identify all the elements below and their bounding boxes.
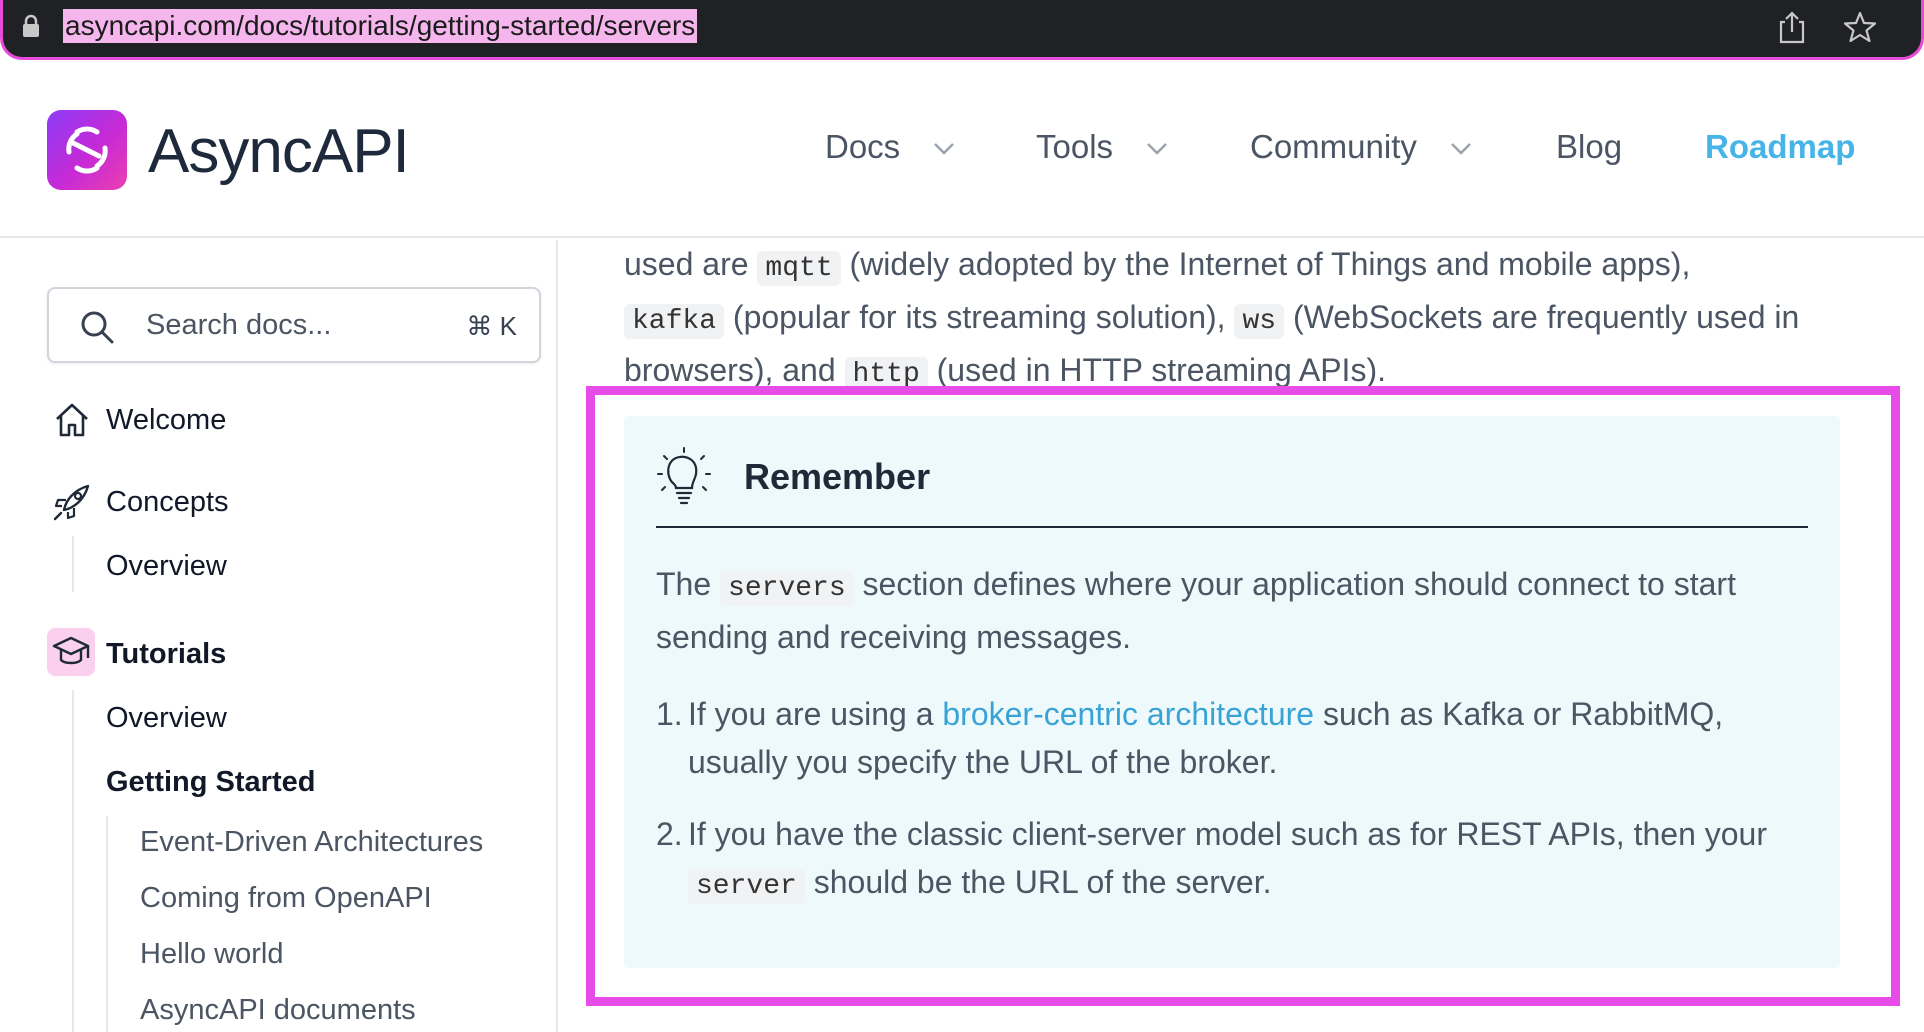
rocket-icon [53, 484, 90, 521]
nav-community[interactable]: Community [1250, 128, 1472, 166]
nav-docs[interactable]: Docs [825, 128, 955, 166]
inline-code-kafka: kafka [624, 304, 725, 339]
nav-tree-line [72, 536, 74, 592]
graduation-cap-icon [52, 636, 90, 665]
sidebar-item-hello-world[interactable]: Hello world [140, 938, 283, 971]
sidebar-item-coming-from-openapi[interactable]: Coming from OpenAPI [140, 882, 432, 915]
inline-code-server: server [688, 869, 805, 904]
lock-icon [23, 14, 39, 37]
url-text[interactable]: asyncapi.com/docs/tutorials/getting-star… [63, 9, 698, 43]
search-placeholder: Search docs... [146, 309, 332, 341]
nav-tree-line [72, 690, 74, 1032]
broker-centric-architecture-link[interactable]: broker-centric architecture [942, 696, 1314, 732]
nav-roadmap[interactable]: Roadmap [1705, 128, 1855, 166]
sidebar-item-tutorials[interactable]: Tutorials [106, 638, 226, 671]
sidebar-item-welcome[interactable]: Welcome [106, 404, 226, 437]
nav-tools[interactable]: Tools [1036, 128, 1168, 166]
callout-list: 1. If you are using a broker-centric arc… [656, 690, 1806, 935]
nav-docs-label: Docs [825, 128, 901, 165]
inline-code-servers: servers [720, 571, 854, 606]
chevron-down-icon [934, 143, 955, 156]
list-item: 1. If you are using a broker-centric arc… [656, 696, 1724, 780]
nav-tools-label: Tools [1036, 128, 1114, 165]
protocols-paragraph: used are mqtt (widely adopted by the Int… [624, 246, 1800, 392]
logo-text[interactable]: AsyncAPI [148, 116, 410, 187]
sidebar-item-concepts-overview[interactable]: Overview [106, 550, 227, 583]
inline-code-ws: ws [1234, 304, 1285, 339]
callout-body: The servers section defines where your a… [656, 566, 1736, 655]
sidebar-item-concepts[interactable]: Concepts [106, 486, 229, 519]
callout-title: Remember [744, 456, 931, 497]
chevron-down-icon [1451, 143, 1471, 156]
chevron-down-icon [1147, 143, 1168, 156]
search-icon [81, 311, 114, 344]
docs-sidebar: Search docs... ⌘ K Welcome Concepts Over… [0, 240, 558, 1032]
nav-blog[interactable]: Blog [1556, 128, 1622, 166]
sidebar-item-asyncapi-documents[interactable]: AsyncAPI documents [140, 994, 416, 1027]
inline-code-mqtt: mqtt [757, 251, 841, 286]
nav-tree-line [106, 816, 108, 1032]
list-item: 2. If you have the classic client-server… [656, 816, 1767, 904]
remember-callout: Remember The servers section defines whe… [624, 416, 1840, 968]
sidebar-item-event-driven-architectures[interactable]: Event-Driven Architectures [140, 826, 483, 859]
sidebar-item-tutorials-overview[interactable]: Overview [106, 702, 227, 735]
lightbulb-icon [657, 447, 711, 505]
browser-address-bar[interactable]: asyncapi.com/docs/tutorials/getting-star… [0, 0, 1924, 60]
bookmark-star-icon[interactable] [1843, 10, 1877, 44]
search-docs-input[interactable]: Search docs... ⌘ K [47, 287, 541, 363]
search-shortcut: ⌘ K [466, 311, 517, 341]
sidebar-item-getting-started[interactable]: Getting Started [106, 766, 315, 799]
callout-divider [656, 526, 1808, 528]
home-icon [56, 403, 88, 437]
site-header: AsyncAPI Docs Tools Community Blog Roadm… [0, 60, 1924, 238]
share-icon[interactable] [1777, 10, 1807, 44]
nav-community-label: Community [1250, 128, 1417, 165]
asyncapi-logo-icon[interactable] [47, 110, 127, 190]
